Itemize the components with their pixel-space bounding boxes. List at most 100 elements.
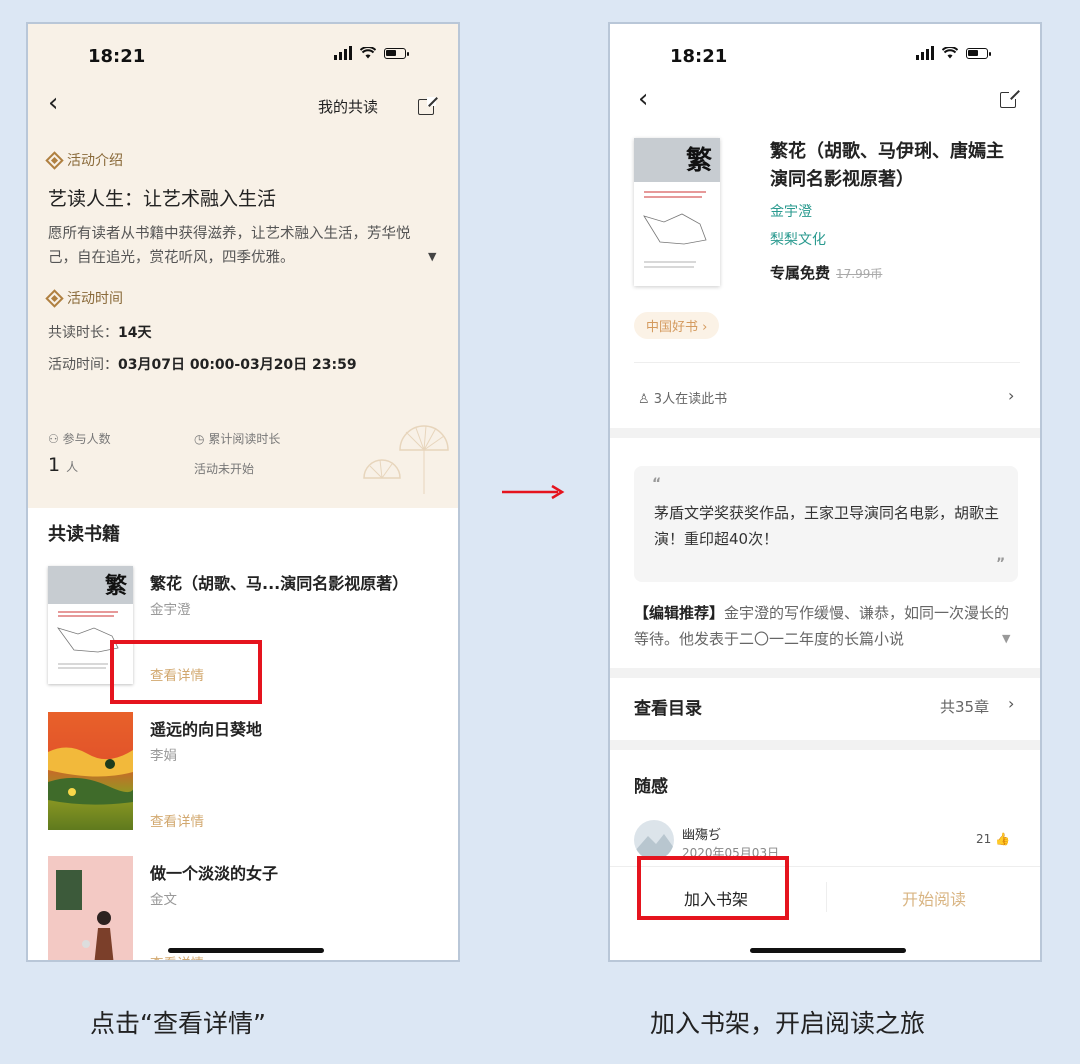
left-caption: 点击“查看详情” (90, 1009, 266, 1038)
book-publisher[interactable]: 梨梨文化 (770, 229, 826, 249)
clock-icon: ◷ (194, 432, 205, 446)
back-icon[interactable]: ‹ (48, 88, 58, 118)
reading-time-label-text: 累计阅读时长 (208, 432, 281, 446)
button-divider (826, 882, 827, 912)
recommend-label: 【编辑推荐】 (634, 604, 725, 622)
note-username[interactable]: 幽殤ぢ (682, 824, 721, 843)
wifi-icon (360, 47, 376, 59)
original-price: 17.99币 (836, 267, 883, 281)
status-bar: 18:21 (28, 24, 458, 84)
status-icons (916, 46, 991, 60)
book-cover-woman[interactable] (48, 856, 133, 960)
books-section-title: 共读书籍 (48, 524, 120, 545)
chevron-right-icon[interactable]: › (1008, 694, 1014, 713)
table-of-contents-label[interactable]: 查看目录 (634, 694, 702, 719)
like-count-value: 21 (976, 832, 992, 846)
avatar[interactable] (634, 820, 674, 860)
cover-calligraphy-icon: 繁 (685, 146, 712, 176)
cover-painting (48, 747, 133, 805)
notes-section-title: 随感 (634, 777, 668, 797)
book-author: 金宇澄 (150, 602, 191, 618)
book-title[interactable]: 做一个淡淡的女子 (150, 860, 278, 884)
price-label: 专属免费 (770, 264, 831, 282)
share-icon[interactable] (1000, 90, 1018, 108)
person-icon: ♙ (638, 392, 650, 407)
participants-value: 1 人 (48, 454, 78, 476)
cover-calligraphy-icon: 繁 (104, 573, 127, 599)
chevron-right-icon[interactable]: › (1008, 386, 1014, 405)
book-title[interactable]: 遥远的向日葵地 (150, 716, 262, 740)
participants-label: ⚇ 参与人数 (48, 430, 111, 447)
activity-time-text: 活动时间 (67, 291, 123, 307)
start-reading-button[interactable]: 开始阅读 (902, 886, 966, 910)
signal-icon (916, 46, 934, 60)
like-count[interactable]: 21 👍 (976, 832, 1010, 846)
my-coreading-link[interactable]: 我的共读 (318, 96, 378, 117)
right-phone-screen: 18:21 ‹ 繁 繁花（胡歌、马伊琍、唐嫣主演同名影视原著） 金宇澄 梨梨文化… (608, 22, 1042, 962)
right-arrow-icon (502, 484, 565, 500)
price-line: 专属免费 17.99币 (770, 262, 882, 283)
diamond-icon (45, 288, 64, 308)
open-quote-icon: “ (652, 476, 662, 492)
tag-label: 中国好书 (646, 320, 699, 335)
participants-count: 1 (48, 454, 61, 476)
chapter-count[interactable]: 共35章 (940, 696, 989, 717)
readers-row[interactable]: ♙ 3人在读此书 (638, 388, 727, 407)
section-separator (610, 740, 1040, 750)
book-cover: 繁 (634, 138, 720, 286)
view-details-link[interactable]: 查看详情 (150, 952, 204, 960)
battery-icon (384, 47, 409, 59)
book-title[interactable]: 繁花（胡歌、马...演同名影视原著） (150, 570, 408, 594)
people-icon: ⚇ (48, 432, 59, 446)
home-indicator (750, 948, 906, 953)
diamond-icon (45, 150, 64, 170)
status-time: 18:21 (670, 46, 728, 67)
book-author: 李娟 (150, 748, 177, 764)
activity-time-label: 活动时间 (45, 288, 123, 308)
battery-icon (966, 47, 991, 59)
duration-value: 14天 (118, 325, 152, 341)
fan-decoration (363, 425, 449, 494)
section-separator (610, 428, 1040, 438)
status-bar: 18:21 (610, 24, 1040, 84)
book-cover-sunflower[interactable] (48, 712, 133, 830)
cover-figure (56, 870, 114, 960)
view-details-link[interactable]: 查看详情 (150, 810, 204, 830)
chevron-right-icon: › (702, 320, 708, 335)
duration-line: 共读时长：14天 (48, 322, 151, 342)
activity-intro-text: 活动介绍 (67, 153, 123, 169)
cover-top-band: 繁 (48, 566, 133, 604)
quote-text: 茅盾文学奖获奖作品，王家卫导演同名电影，胡歌主演！重印超40次！ (654, 504, 1000, 548)
avatar-mountain-icon (634, 834, 674, 860)
reading-time-label: ◷ 累计阅读时长 (194, 430, 280, 447)
share-icon[interactable] (418, 97, 436, 115)
readers-text: 3人在读此书 (653, 392, 728, 407)
thumbs-up-icon: 👍 (995, 832, 1011, 846)
section-separator (610, 668, 1040, 678)
participants-label-text: 参与人数 (62, 432, 111, 446)
highlight-add-to-shelf (637, 856, 789, 920)
tag-chip[interactable]: 中国好书 › (634, 312, 720, 339)
divider (634, 362, 1020, 363)
cover-illustration (643, 191, 707, 268)
book-author[interactable]: 金宇澄 (770, 201, 812, 221)
time-range-value: 03月07日 00:00-03月20日 23:59 (118, 357, 357, 373)
wifi-icon (942, 47, 958, 59)
expand-caret-icon[interactable]: ▼ (1002, 632, 1010, 645)
left-phone-screen: 18:21 ‹ 我的共读 活动介绍 艺读人生：让艺术融入生活 愿所有读者从书籍中… (26, 22, 460, 962)
participants-unit: 人 (66, 460, 79, 474)
status-time: 18:21 (88, 46, 146, 67)
book-author: 金文 (150, 892, 177, 908)
home-indicator (168, 948, 324, 953)
highlight-view-details (110, 640, 262, 704)
status-icons (334, 46, 409, 60)
activity-description: 愿所有读者从书籍中获得滋养，让艺术融入生活，芳华悦己，自在追光，赏花听风，四季优… (48, 226, 411, 266)
expand-caret-icon[interactable]: ▼ (428, 250, 436, 263)
back-icon[interactable]: ‹ (638, 84, 648, 114)
book-title: 繁花（胡歌、马伊琍、唐嫣主演同名影视原著） (770, 141, 1004, 190)
right-caption: 加入书架，开启阅读之旅 (650, 1009, 926, 1038)
reading-time-value: 活动未开始 (194, 462, 255, 476)
close-quote-icon: ” (996, 556, 1006, 572)
editor-recommendation: 【编辑推荐】金宇澄的写作缓慢、谦恭，如同一次漫长的等待。他发表于二〇一二年度的长… (634, 600, 1016, 652)
duration-label: 共读时长： (48, 325, 118, 341)
